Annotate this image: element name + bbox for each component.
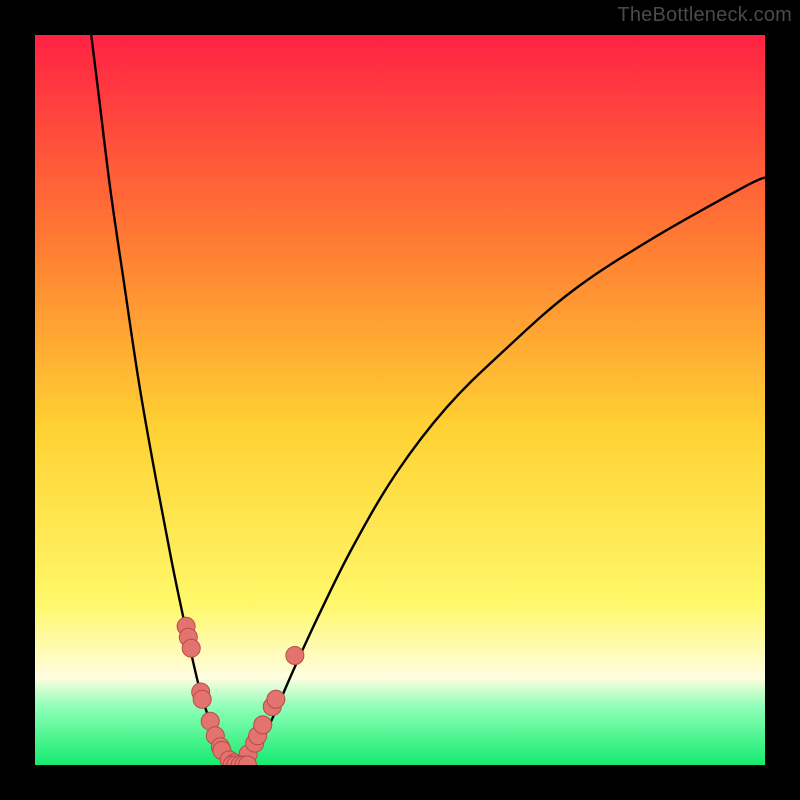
- curve-layer: [35, 35, 765, 765]
- series-left-branch: [91, 35, 235, 765]
- watermark-text: TheBottleneck.com: [617, 4, 792, 27]
- plot-area: [35, 35, 765, 765]
- marker: [182, 639, 200, 657]
- marker: [286, 647, 304, 665]
- marker: [193, 690, 211, 708]
- marker: [267, 690, 285, 708]
- marker: [254, 716, 272, 734]
- series-right-branch: [245, 177, 765, 765]
- chart-card: TheBottleneck.com: [0, 0, 800, 800]
